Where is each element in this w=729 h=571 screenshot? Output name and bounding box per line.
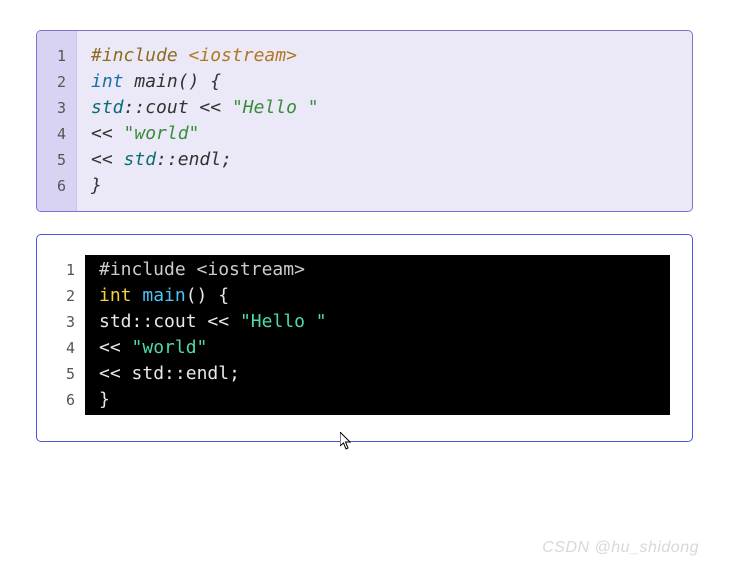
token — [229, 311, 240, 332]
code-line: } — [91, 173, 678, 199]
line-number: 5 — [37, 147, 66, 173]
token: ; — [229, 363, 240, 384]
line-number: 4 — [49, 335, 75, 361]
code-line: << std::endl; — [99, 361, 656, 387]
token: << — [91, 149, 113, 170]
code-line: #include <iostream> — [91, 43, 678, 69]
token: cout — [153, 311, 196, 332]
token — [113, 149, 124, 170]
token: } — [99, 389, 110, 410]
token: endl — [186, 363, 229, 384]
token: std — [132, 363, 165, 384]
line-number: 2 — [37, 69, 66, 95]
code-line: } — [99, 387, 656, 413]
token — [197, 311, 208, 332]
token: "Hello " — [240, 311, 327, 332]
token: main — [134, 71, 177, 92]
token: std — [91, 97, 124, 118]
token: } — [91, 175, 102, 196]
line-number-gutter: 123456 — [37, 31, 77, 211]
token — [221, 97, 232, 118]
code-line: << "world" — [91, 121, 678, 147]
watermark-text: CSDN @hu_shidong — [542, 539, 699, 557]
code-line: int main() { — [99, 283, 656, 309]
token: "world" — [132, 337, 208, 358]
line-number: 1 — [49, 257, 75, 283]
token — [186, 259, 197, 280]
token: () { — [186, 285, 229, 306]
token: << — [207, 311, 229, 332]
token — [121, 337, 132, 358]
line-number: 6 — [37, 173, 66, 199]
token: :: — [164, 363, 186, 384]
token — [121, 363, 132, 384]
code-line: std::cout << "Hello " — [99, 309, 656, 335]
token — [113, 123, 124, 144]
token: #include — [99, 259, 186, 280]
line-number: 6 — [49, 387, 75, 413]
token: main — [142, 285, 185, 306]
code-line: << std::endl; — [91, 147, 678, 173]
code-block-light: 123456#include <iostream>int main() {std… — [36, 30, 693, 212]
line-number: 3 — [49, 309, 75, 335]
token: <iostream> — [197, 259, 305, 280]
token: int — [91, 71, 124, 92]
token: () { — [178, 71, 221, 92]
token: "Hello " — [232, 97, 319, 118]
token: << — [99, 337, 121, 358]
token: <iostream> — [189, 45, 297, 66]
code-block-dark: 123456#include <iostream>int main() {std… — [36, 234, 693, 442]
code-line: int main() { — [91, 69, 678, 95]
code-line: #include <iostream> — [99, 257, 656, 283]
token: << — [91, 123, 113, 144]
line-number-gutter: 123456 — [49, 255, 85, 415]
code-content: #include <iostream>int main() {std::cout… — [77, 31, 692, 211]
line-number: 4 — [37, 121, 66, 147]
token — [124, 71, 135, 92]
token: int — [99, 285, 132, 306]
token — [178, 45, 189, 66]
token: endl — [178, 149, 221, 170]
token: "world" — [124, 123, 200, 144]
code-line: << "world" — [99, 335, 656, 361]
line-number: 2 — [49, 283, 75, 309]
token: :: — [156, 149, 178, 170]
token: cout — [145, 97, 188, 118]
line-number: 5 — [49, 361, 75, 387]
code-line: std::cout << "Hello " — [91, 95, 678, 121]
token — [132, 285, 143, 306]
token: std — [99, 311, 132, 332]
token: :: — [132, 311, 154, 332]
token: << — [99, 363, 121, 384]
token: << — [199, 97, 221, 118]
token: #include — [91, 45, 178, 66]
token: :: — [124, 97, 146, 118]
line-number: 1 — [37, 43, 66, 69]
token: ; — [221, 149, 232, 170]
token — [189, 97, 200, 118]
code-content: #include <iostream>int main() {std::cout… — [85, 255, 670, 415]
line-number: 3 — [37, 95, 66, 121]
token: std — [124, 149, 157, 170]
